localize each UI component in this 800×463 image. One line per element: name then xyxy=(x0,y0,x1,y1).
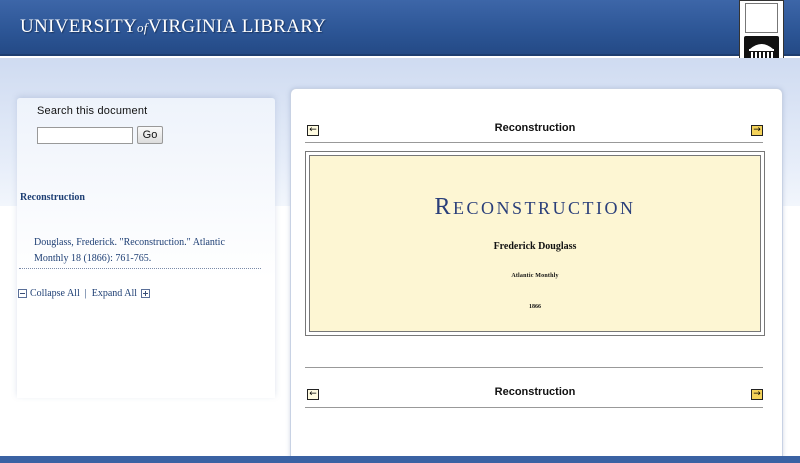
nav-title-bottom: Reconstruction xyxy=(494,386,576,398)
library-logo[interactable]: UniversityofVirginia Library xyxy=(20,16,326,38)
next-arrow-icon-bottom[interactable]: → xyxy=(751,389,763,400)
nav-bottom: ← Reconstruction → xyxy=(305,386,763,406)
separator: | xyxy=(84,288,87,299)
search-label: Search this document xyxy=(37,105,148,117)
heading-initial: R xyxy=(434,194,453,220)
rotunda-blank-panel xyxy=(745,3,778,33)
document-heading: Reconstruction xyxy=(310,194,760,221)
toc-title-link[interactable]: Reconstruction xyxy=(20,192,85,203)
title-page-frame: Reconstruction Frederick Douglass Atlant… xyxy=(305,151,765,336)
next-arrow-icon[interactable]: → xyxy=(751,125,763,136)
go-button[interactable]: Go xyxy=(137,126,163,144)
expand-all-link[interactable]: Expand All xyxy=(92,288,137,299)
site-header: UniversityofVirginia Library xyxy=(0,0,800,56)
collapse-all-link[interactable]: Collapse All xyxy=(30,288,80,299)
document-journal: Atlantic Monthly xyxy=(511,273,559,279)
expand-icon[interactable] xyxy=(141,289,151,298)
citation: Douglass, Frederick. "Reconstruction." A… xyxy=(34,237,225,264)
sidebar: Search this document Go Reconstruction D… xyxy=(17,98,275,398)
divider xyxy=(19,268,261,269)
search-input[interactable] xyxy=(37,127,133,144)
logo-university: University xyxy=(20,16,137,37)
divider-middle xyxy=(305,367,763,368)
divider-top xyxy=(305,142,763,143)
prev-arrow-icon[interactable]: ← xyxy=(307,125,319,136)
collapse-expand-controls: Collapse All | Expand All xyxy=(17,288,153,299)
heading-rest: econstruction xyxy=(453,198,636,218)
document-viewer: ← Reconstruction → Reconstruction Freder… xyxy=(290,88,783,458)
document-year: 1866 xyxy=(529,304,541,310)
nav-title-top: Reconstruction xyxy=(494,122,576,134)
logo-of: of xyxy=(137,20,148,35)
title-page: Reconstruction Frederick Douglass Atlant… xyxy=(309,155,761,332)
nav-top: ← Reconstruction → xyxy=(305,122,763,142)
logo-virginia: Virginia xyxy=(147,16,237,37)
collapse-icon[interactable] xyxy=(18,289,27,298)
logo-library: Library xyxy=(241,16,327,37)
divider-bottom xyxy=(305,407,763,408)
document-author: Frederick Douglass xyxy=(493,241,577,252)
footer-bar xyxy=(0,456,800,463)
prev-arrow-icon-bottom[interactable]: ← xyxy=(307,389,319,400)
